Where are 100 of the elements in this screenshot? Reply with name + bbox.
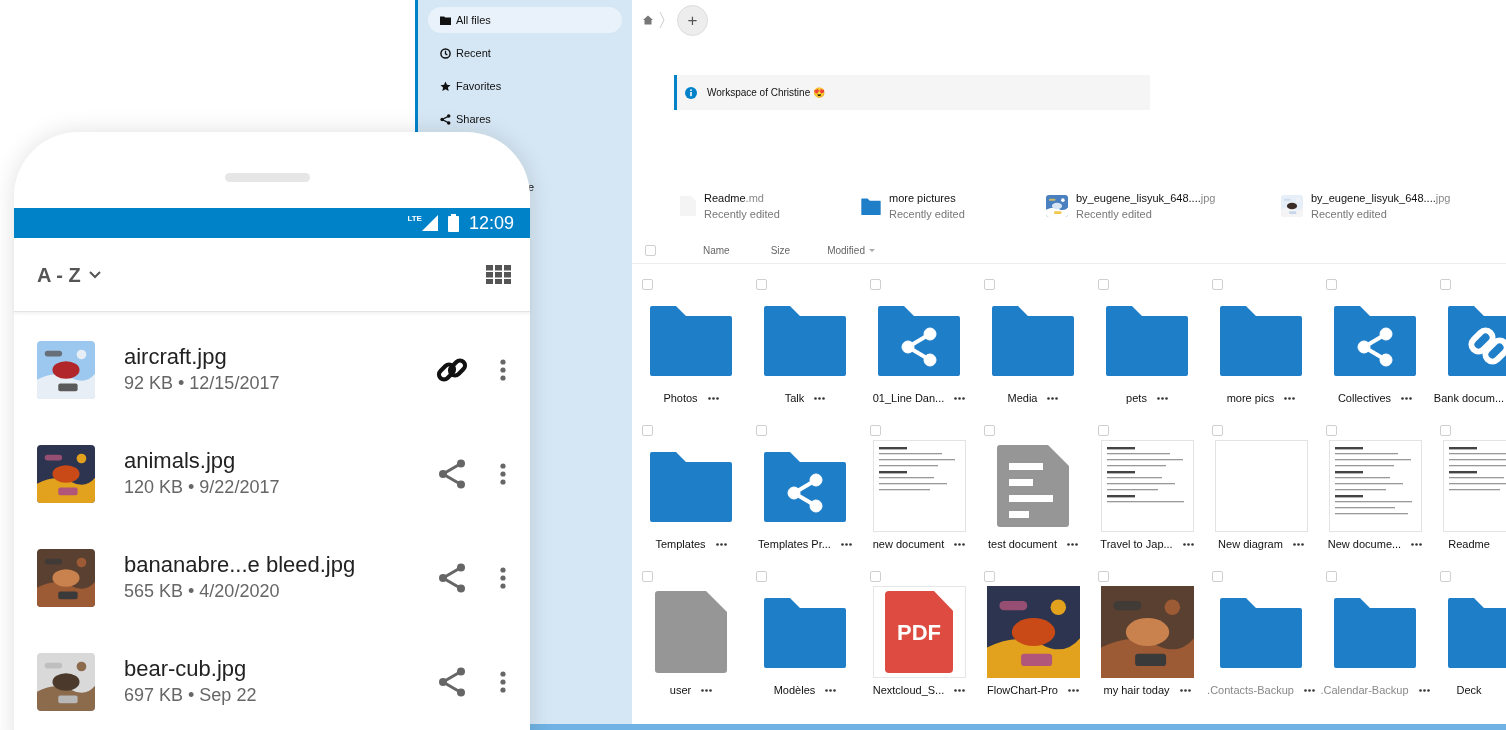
file-name[interactable]: more pics [1226,389,1275,407]
file-name[interactable]: Bank docum... [1433,389,1505,407]
folder-icon [764,304,846,376]
more-icon[interactable] [1303,688,1315,692]
more-icon[interactable] [825,688,837,692]
column-header[interactable]: Size [770,243,791,258]
sort-button[interactable]: A - Z [37,259,101,290]
more-icon[interactable] [1284,396,1296,400]
file-name[interactable]: Modèles [773,681,816,699]
recent-file-name[interactable]: Readme.md [704,190,780,206]
checkbox[interactable] [1212,278,1223,290]
more-icon[interactable] [701,688,713,692]
more-vertical-icon[interactable] [500,359,506,381]
more-vertical-icon[interactable] [500,671,506,693]
checkbox[interactable] [756,278,767,290]
checkbox[interactable] [870,424,881,436]
more-icon[interactable] [1047,396,1059,400]
checkbox[interactable] [984,570,995,582]
file-row[interactable]: aircraft.jpg 92 KB • 12/15/2017 [14,318,530,422]
checkbox[interactable] [642,570,653,582]
checkbox[interactable] [1326,278,1337,290]
file-name[interactable]: pets [1126,389,1147,407]
more-icon[interactable] [1401,396,1413,400]
more-vertical-icon[interactable] [500,567,506,589]
file-row[interactable]: bear-cub.jpg 697 KB • Sep 22 [14,630,530,730]
file-name[interactable]: new document [872,535,945,553]
more-icon[interactable] [954,396,966,400]
checkbox[interactable] [756,570,767,582]
file-name[interactable]: New docume... [1327,535,1402,553]
file-name[interactable]: Travel to Jap... [1100,535,1173,553]
checkbox[interactable] [984,424,995,436]
file-name[interactable]: Talk [784,389,805,407]
checkbox[interactable] [642,424,653,436]
signal-icon [421,215,438,231]
more-icon[interactable] [1292,542,1304,546]
checkbox[interactable] [645,245,656,256]
file-name[interactable]: FlowChart-Pro [987,681,1058,699]
checkbox[interactable] [756,424,767,436]
more-vertical-icon[interactable] [500,463,506,485]
file-name[interactable]: Media [1007,389,1038,407]
more-icon[interactable] [954,542,966,546]
file-name[interactable]: 01_Line Dan... [872,389,945,407]
file-name[interactable]: test document [987,535,1058,553]
file-name[interactable]: Photos [663,389,698,407]
shared-folder-icon [878,304,960,376]
sidebar-item[interactable]: Recent [428,40,622,66]
file-row[interactable]: bananabre...e bleed.jpg 565 KB • 4/20/2020 [14,526,530,630]
more-icon[interactable] [1156,396,1168,400]
more-icon[interactable] [840,542,852,546]
more-icon[interactable] [1179,688,1191,692]
recent-file-name[interactable]: more pictures [889,190,965,206]
file-name[interactable]: Templates [655,535,706,553]
more-icon[interactable] [1418,688,1430,692]
column-header[interactable]: Name [703,243,730,258]
more-icon[interactable] [814,396,826,400]
checkbox[interactable] [1212,424,1223,436]
sidebar-item[interactable]: Shares [428,106,622,132]
folder-icon [1334,596,1416,668]
more-icon[interactable] [954,688,966,692]
checkbox[interactable] [642,278,653,290]
checkbox[interactable] [1440,570,1451,582]
file-name[interactable]: Readme [1448,535,1490,553]
more-icon[interactable] [1411,542,1423,546]
checkbox[interactable] [1212,570,1223,582]
file-row[interactable]: animals.jpg 120 KB • 9/22/2017 [14,422,530,526]
more-icon[interactable] [707,396,719,400]
checkbox[interactable] [1440,424,1451,436]
file-name[interactable]: Collectives [1337,389,1392,407]
more-icon[interactable] [1067,542,1079,546]
recent-file-name[interactable]: by_eugene_lisyuk_648....jpg [1076,190,1216,206]
checkbox[interactable] [1098,278,1109,290]
column-header[interactable]: Modified [827,243,875,258]
share-icon[interactable] [438,459,466,489]
more-icon[interactable] [1067,688,1079,692]
more-icon[interactable] [715,542,727,546]
checkbox[interactable] [870,570,881,582]
file-name[interactable]: user [669,681,692,699]
sidebar-item[interactable]: All files [428,7,622,33]
home-icon[interactable] [643,15,653,25]
add-button[interactable]: + [677,4,708,36]
file-name[interactable]: New diagram [1218,535,1283,553]
checkbox[interactable] [1326,424,1337,436]
checkbox[interactable] [1440,278,1451,290]
file-name[interactable]: .Calendar-Backup [1320,681,1409,699]
more-icon[interactable] [1182,542,1194,546]
recent-file-name[interactable]: by_eugene_lisyuk_648....jpg [1311,190,1451,206]
grid-view-icon[interactable] [486,265,511,284]
share-icon[interactable] [438,667,466,697]
checkbox[interactable] [1098,424,1109,436]
file-name[interactable]: Deck [1456,681,1482,699]
file-name[interactable]: my hair today [1103,681,1170,699]
file-name[interactable]: Nextcloud_S... [872,681,945,699]
file-name[interactable]: Templates Pr... [758,535,831,553]
checkbox[interactable] [870,278,881,290]
sidebar-item[interactable]: Favorites [428,73,622,99]
checkbox[interactable] [984,278,995,290]
file-name[interactable]: .Contacts-Backup [1207,681,1294,699]
checkbox[interactable] [1326,570,1337,582]
share-icon[interactable] [438,563,466,593]
checkbox[interactable] [1098,570,1109,582]
